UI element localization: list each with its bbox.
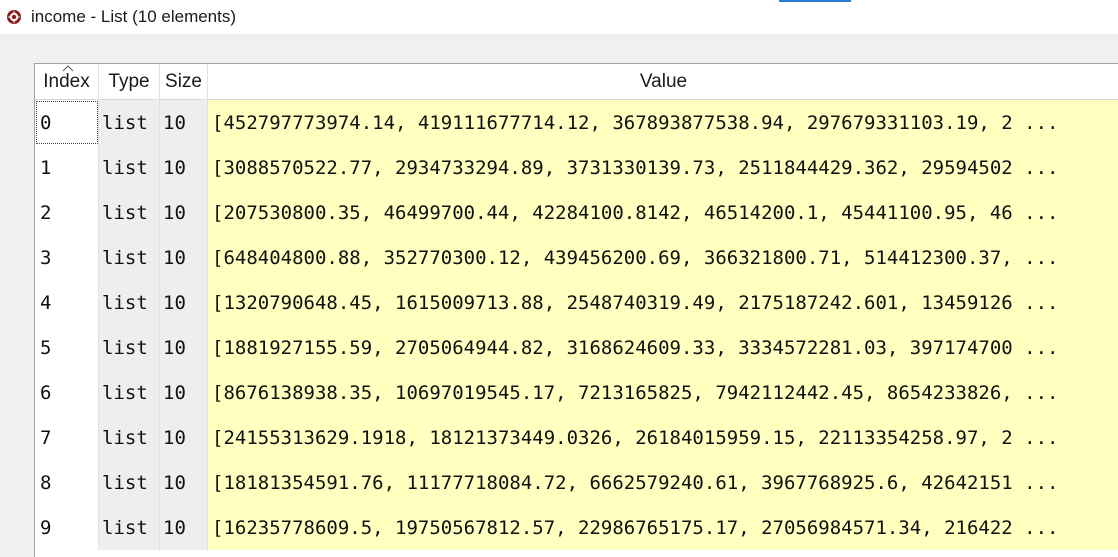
- size-cell[interactable]: 10: [160, 100, 208, 145]
- value-cell[interactable]: [16235778609.5, 19750567812.57, 22986765…: [208, 505, 1118, 550]
- type-cell[interactable]: list: [99, 235, 160, 280]
- value-cell[interactable]: [24155313629.1918, 18121373449.0326, 261…: [208, 415, 1118, 460]
- editor-content: Index Type Size Value 0 list 10 [4527977…: [0, 34, 1118, 557]
- index-cell[interactable]: 5: [35, 325, 99, 370]
- column-header-index-label: Index: [43, 71, 90, 92]
- size-cell[interactable]: 10: [160, 415, 208, 460]
- type-cell[interactable]: list: [99, 100, 160, 145]
- column-header-value-label: Value: [639, 71, 688, 92]
- table-row[interactable]: 7 list 10 [24155313629.1918, 18121373449…: [35, 415, 1118, 460]
- type-cell[interactable]: list: [99, 505, 160, 550]
- value-cell[interactable]: [648404800.88, 352770300.12, 439456200.6…: [208, 235, 1118, 280]
- size-cell[interactable]: 10: [160, 370, 208, 415]
- index-cell[interactable]: 0: [35, 100, 99, 145]
- size-cell[interactable]: 10: [160, 325, 208, 370]
- spyder-app-icon: [7, 10, 21, 24]
- index-cell[interactable]: 3: [35, 235, 99, 280]
- index-cell[interactable]: 1: [35, 145, 99, 190]
- index-cell[interactable]: 6: [35, 370, 99, 415]
- index-cell[interactable]: 9: [35, 505, 99, 550]
- window-title: income - List (10 elements): [31, 7, 237, 26]
- size-cell[interactable]: 10: [160, 190, 208, 235]
- value-cell[interactable]: [1320790648.45, 1615009713.88, 254874031…: [208, 280, 1118, 325]
- table-row[interactable]: 5 list 10 [1881927155.59, 2705064944.82,…: [35, 325, 1118, 370]
- column-header-value[interactable]: Value: [208, 64, 1118, 100]
- size-cell[interactable]: 10: [160, 505, 208, 550]
- sort-ascending-icon: [62, 65, 74, 72]
- type-cell[interactable]: list: [99, 325, 160, 370]
- type-cell[interactable]: list: [99, 415, 160, 460]
- column-header-type[interactable]: Type: [99, 64, 160, 100]
- index-cell[interactable]: 8: [35, 460, 99, 505]
- title-bar: income - List (10 elements): [0, 0, 1118, 34]
- type-cell[interactable]: list: [99, 145, 160, 190]
- type-cell[interactable]: list: [99, 280, 160, 325]
- table-row[interactable]: 4 list 10 [1320790648.45, 1615009713.88,…: [35, 280, 1118, 325]
- column-header-size[interactable]: Size: [160, 64, 208, 100]
- column-header-index[interactable]: Index: [35, 64, 99, 100]
- title-bar-accent: [779, 0, 851, 2]
- type-cell[interactable]: list: [99, 370, 160, 415]
- table-row[interactable]: 2 list 10 [207530800.35, 46499700.44, 42…: [35, 190, 1118, 235]
- column-header-size-label: Size: [165, 71, 202, 92]
- value-cell[interactable]: [18181354591.76, 11177718084.72, 6662579…: [208, 460, 1118, 505]
- value-cell[interactable]: [1881927155.59, 2705064944.82, 316862460…: [208, 325, 1118, 370]
- value-cell[interactable]: [8676138938.35, 10697019545.17, 72131658…: [208, 370, 1118, 415]
- table-row[interactable]: 3 list 10 [648404800.88, 352770300.12, 4…: [35, 235, 1118, 280]
- collection-table[interactable]: Index Type Size Value 0 list 10 [4527977…: [34, 63, 1118, 557]
- index-cell[interactable]: 4: [35, 280, 99, 325]
- table-row[interactable]: 0 list 10 [452797773974.14, 419111677714…: [35, 100, 1118, 145]
- index-cell[interactable]: 2: [35, 190, 99, 235]
- value-cell[interactable]: [3088570522.77, 2934733294.89, 373133013…: [208, 145, 1118, 190]
- table-row[interactable]: 9 list 10 [16235778609.5, 19750567812.57…: [35, 505, 1118, 550]
- size-cell[interactable]: 10: [160, 235, 208, 280]
- size-cell[interactable]: 10: [160, 460, 208, 505]
- index-cell[interactable]: 7: [35, 415, 99, 460]
- table-row[interactable]: 6 list 10 [8676138938.35, 10697019545.17…: [35, 370, 1118, 415]
- table-row[interactable]: 1 list 10 [3088570522.77, 2934733294.89,…: [35, 145, 1118, 190]
- value-cell[interactable]: [207530800.35, 46499700.44, 42284100.814…: [208, 190, 1118, 235]
- type-cell[interactable]: list: [99, 190, 160, 235]
- size-cell[interactable]: 10: [160, 280, 208, 325]
- value-cell[interactable]: [452797773974.14, 419111677714.12, 36789…: [208, 100, 1118, 145]
- type-cell[interactable]: list: [99, 460, 160, 505]
- size-cell[interactable]: 10: [160, 145, 208, 190]
- table-header: Index Type Size Value: [35, 64, 1118, 100]
- table-row[interactable]: 8 list 10 [18181354591.76, 11177718084.7…: [35, 460, 1118, 505]
- column-header-type-label: Type: [108, 71, 150, 92]
